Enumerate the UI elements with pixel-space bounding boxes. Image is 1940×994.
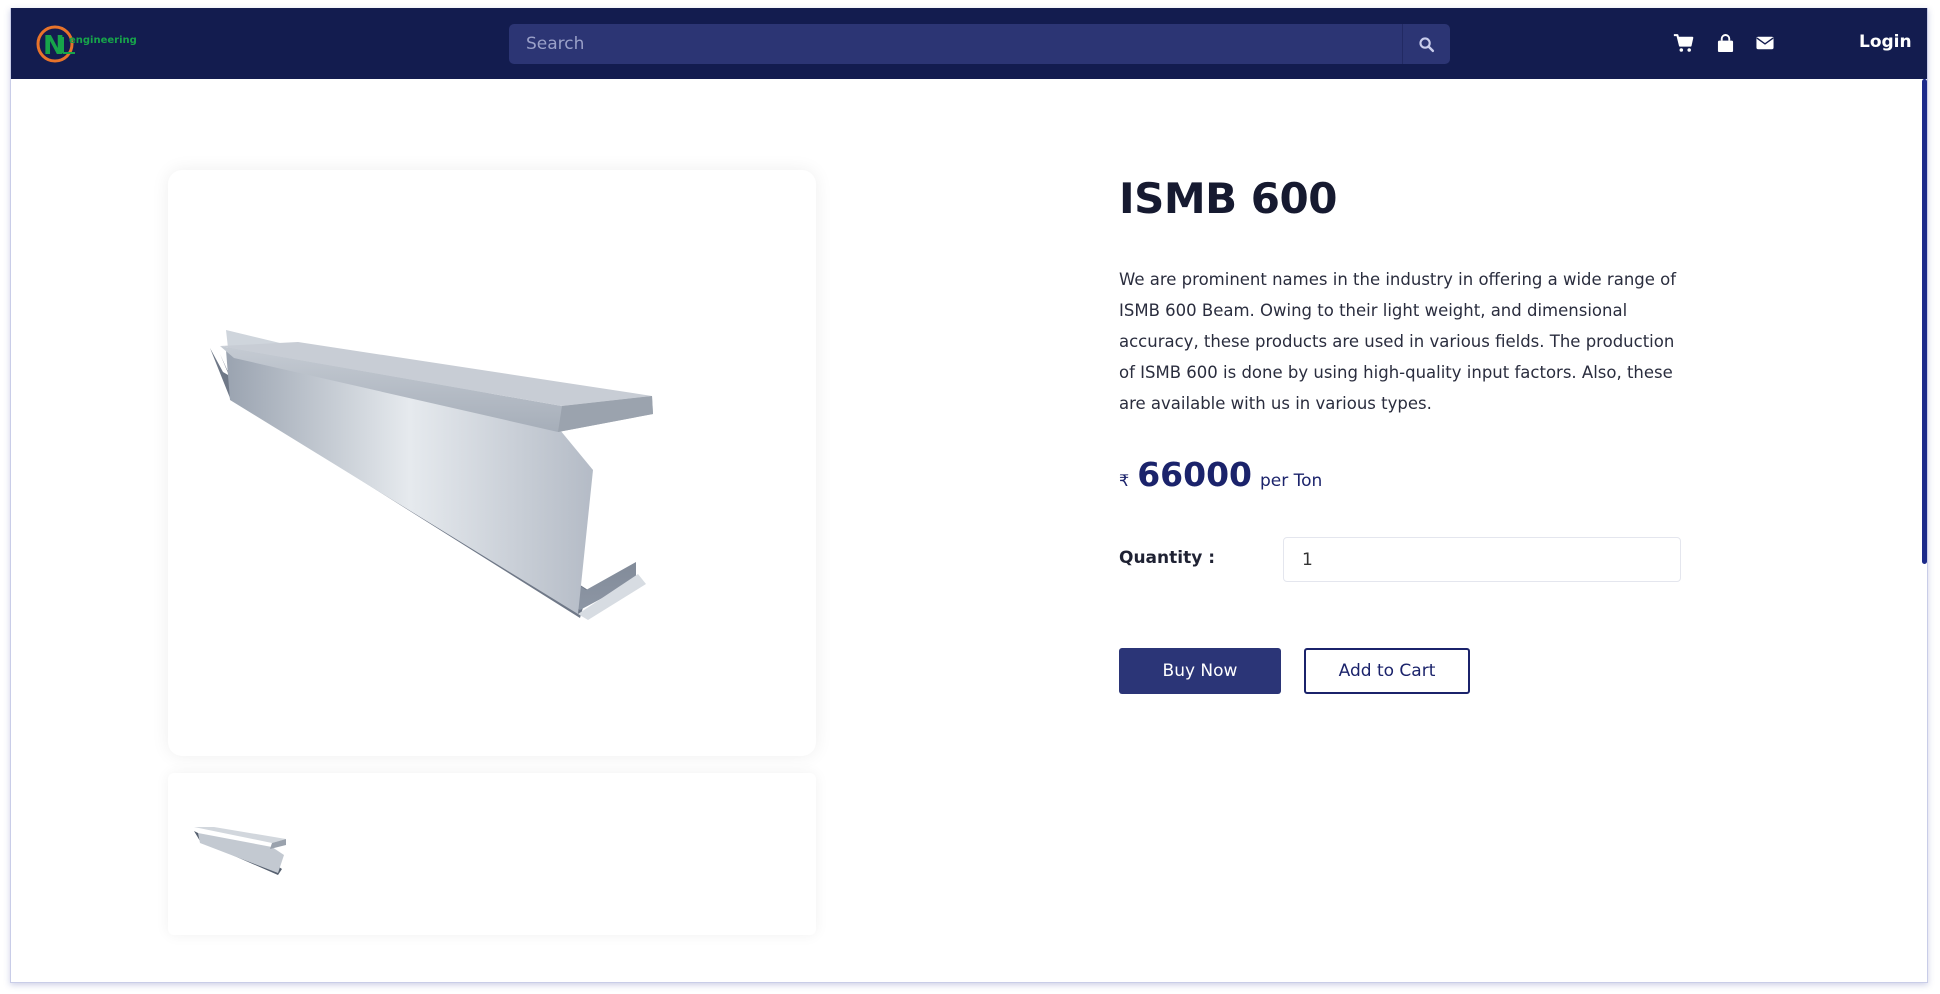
search-bar [509, 24, 1450, 64]
shopping-bag-icon[interactable] [1714, 32, 1736, 54]
add-to-cart-button[interactable]: Add to Cart [1304, 648, 1470, 694]
brand-logo[interactable]: N engineering [35, 22, 139, 66]
buy-now-button[interactable]: Buy Now [1119, 648, 1281, 694]
thumbnail-strip [168, 773, 816, 935]
product-thumbnail[interactable] [192, 819, 288, 881]
search-input[interactable] [509, 24, 1401, 64]
product-image-card [168, 170, 816, 756]
search-button[interactable] [1402, 24, 1450, 64]
login-link[interactable]: Login [1859, 32, 1912, 52]
price-unit: per Ton [1260, 471, 1323, 491]
scrollbar[interactable] [1922, 79, 1927, 564]
product-price: 66000 [1137, 455, 1252, 494]
cart-icon[interactable] [1672, 32, 1694, 54]
page-frame: N engineering Search Login ISMB 600 We a… [10, 8, 1928, 983]
logo-wordmark: engineering [69, 35, 137, 46]
quantity-label: Quantity : [1119, 548, 1216, 568]
quantity-input[interactable] [1283, 537, 1681, 582]
currency-symbol: ₹ [1119, 471, 1130, 490]
svg-text:N: N [43, 31, 65, 61]
price-row: ₹ 66000 per Ton [1119, 455, 1322, 494]
navbar: N engineering Search Login [11, 8, 1927, 79]
product-description: We are prominent names in the industry i… [1119, 270, 1677, 413]
product-image [210, 330, 653, 620]
product-title: ISMB 600 [1119, 174, 1337, 223]
mail-icon[interactable] [1754, 32, 1776, 54]
search-icon [1419, 36, 1435, 52]
